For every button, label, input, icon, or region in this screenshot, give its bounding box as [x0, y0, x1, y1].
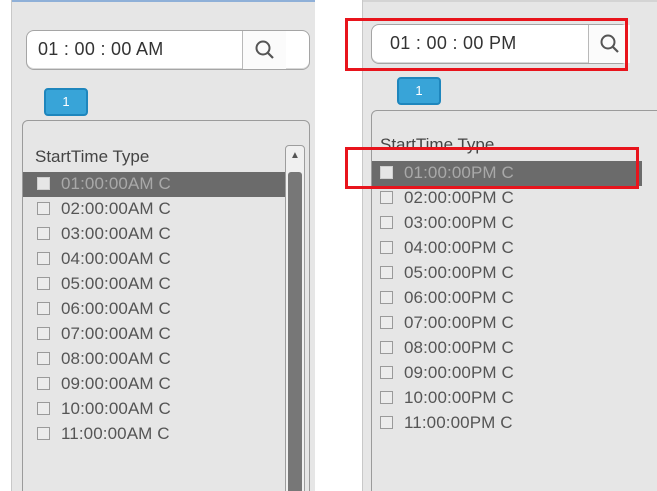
- list-item[interactable]: 07:00:00AM C: [23, 322, 285, 347]
- row-checkbox[interactable]: [37, 202, 50, 215]
- row-label: 02:00:00PM C: [404, 188, 514, 207]
- left-panel: 01 : 00 : 00 AM 1 StartTime Type 01:00:0…: [11, 0, 315, 491]
- tab-page-1[interactable]: 1: [397, 77, 441, 105]
- row-label: 10:00:00PM C: [404, 388, 514, 407]
- scroll-thumb[interactable]: [288, 172, 302, 491]
- row-label: 11:00:00AM C: [61, 424, 170, 443]
- row-label: 07:00:00PM C: [404, 313, 514, 332]
- row-label: 09:00:00PM C: [404, 363, 514, 382]
- row-checkbox[interactable]: [380, 416, 393, 429]
- list-item[interactable]: 10:00:00PM C: [372, 386, 642, 411]
- row-label: 04:00:00AM C: [61, 249, 171, 268]
- list-scrollbar[interactable]: ▲: [285, 145, 305, 491]
- panel-top-border: [12, 0, 315, 2]
- row-label: 04:00:00PM C: [404, 238, 514, 257]
- row-label: 07:00:00AM C: [61, 324, 171, 343]
- list-item[interactable]: 03:00:00PM C: [372, 211, 642, 236]
- search-icon: [255, 40, 274, 59]
- highlight-first-row: [345, 147, 639, 189]
- list-item[interactable]: 06:00:00PM C: [372, 286, 642, 311]
- row-checkbox[interactable]: [380, 366, 393, 379]
- list-item[interactable]: 11:00:00PM C: [372, 411, 642, 436]
- row-label: 05:00:00PM C: [404, 263, 514, 282]
- row-label: 06:00:00AM C: [61, 299, 171, 318]
- row-checkbox[interactable]: [37, 227, 50, 240]
- highlight-time-field: [345, 18, 628, 71]
- row-label: 02:00:00AM C: [61, 199, 171, 218]
- list-item[interactable]: 10:00:00AM C: [23, 397, 285, 422]
- row-label: 09:00:00AM C: [61, 374, 171, 393]
- row-label: 03:00:00PM C: [404, 213, 514, 232]
- row-label: 05:00:00AM C: [61, 274, 171, 293]
- search-button[interactable]: [242, 31, 286, 69]
- row-checkbox[interactable]: [380, 191, 393, 204]
- list-item[interactable]: 02:00:00PM C: [372, 186, 642, 211]
- list-header: StartTime Type: [35, 147, 150, 166]
- list-item[interactable]: 05:00:00AM C: [23, 272, 285, 297]
- right-panel: 01 : 00 : 00 PM 1 StartTime Type 01:00:0…: [362, 0, 657, 491]
- list-item[interactable]: 03:00:00AM C: [23, 222, 285, 247]
- time-value: 01 : 00 : 00 AM: [38, 39, 164, 59]
- row-checkbox[interactable]: [380, 266, 393, 279]
- row-label: 11:00:00PM C: [404, 413, 513, 432]
- list-item[interactable]: 02:00:00AM C: [23, 197, 285, 222]
- row-checkbox[interactable]: [37, 427, 50, 440]
- list-item[interactable]: 04:00:00AM C: [23, 247, 285, 272]
- list-item[interactable]: 09:00:00PM C: [372, 361, 642, 386]
- list-item[interactable]: 04:00:00PM C: [372, 236, 642, 261]
- list-item[interactable]: 11:00:00AM C: [23, 422, 285, 447]
- row-checkbox[interactable]: [37, 277, 50, 290]
- list-item[interactable]: 07:00:00PM C: [372, 311, 642, 336]
- list-item[interactable]: 06:00:00AM C: [23, 297, 285, 322]
- row-label: 03:00:00AM C: [61, 224, 171, 243]
- row-checkbox[interactable]: [37, 302, 50, 315]
- row-checkbox[interactable]: [380, 391, 393, 404]
- row-label: 08:00:00AM C: [61, 349, 171, 368]
- row-label: 08:00:00PM C: [404, 338, 514, 357]
- tab-page-1[interactable]: 1: [44, 88, 88, 116]
- schedule-list: StartTime Type 01:00:00AM C 02:00:00AM C 0…: [22, 120, 310, 491]
- row-label: 01:00:00AM C: [61, 174, 171, 193]
- row-checkbox[interactable]: [37, 377, 50, 390]
- row-checkbox[interactable]: [37, 177, 50, 190]
- list-item[interactable]: 01:00:00AM C: [23, 172, 285, 197]
- list-item[interactable]: 09:00:00AM C: [23, 372, 285, 397]
- time-search-field[interactable]: 01 : 00 : 00 AM: [26, 30, 310, 70]
- row-checkbox[interactable]: [380, 341, 393, 354]
- row-label: 06:00:00PM C: [404, 288, 514, 307]
- row-checkbox[interactable]: [37, 352, 50, 365]
- panel-top-border: [363, 0, 657, 2]
- row-checkbox[interactable]: [380, 316, 393, 329]
- row-checkbox[interactable]: [380, 241, 393, 254]
- row-checkbox[interactable]: [37, 252, 50, 265]
- list-item[interactable]: 08:00:00PM C: [372, 336, 642, 361]
- list-item[interactable]: 08:00:00AM C: [23, 347, 285, 372]
- list-item[interactable]: 05:00:00PM C: [372, 261, 642, 286]
- row-checkbox[interactable]: [37, 402, 50, 415]
- scroll-up-icon[interactable]: ▲: [286, 146, 304, 166]
- row-checkbox[interactable]: [37, 327, 50, 340]
- row-checkbox[interactable]: [380, 291, 393, 304]
- row-label: 10:00:00AM C: [61, 399, 171, 418]
- row-checkbox[interactable]: [380, 216, 393, 229]
